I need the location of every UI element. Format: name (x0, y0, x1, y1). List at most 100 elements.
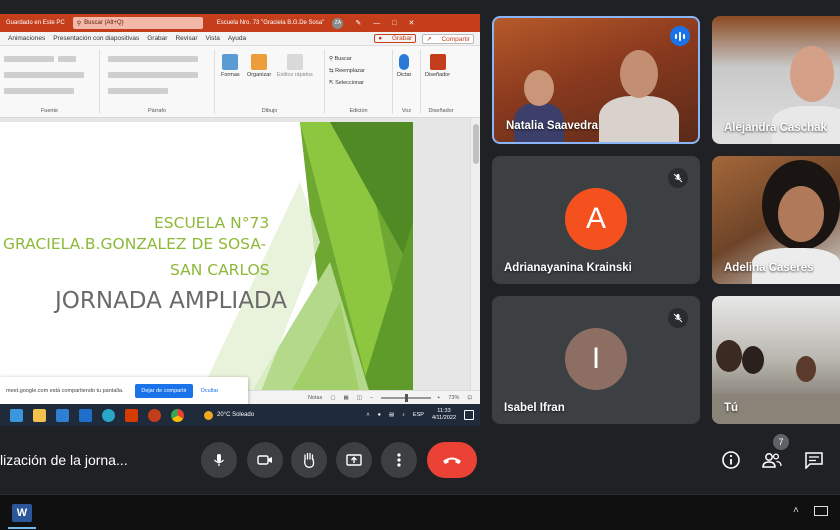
slide-location: SAN CARLOS (170, 261, 270, 279)
tray-up-icon[interactable]: ˄ (366, 412, 369, 418)
participant-tile-adelina[interactable]: Adelina Caseres (712, 156, 840, 284)
hand-icon (304, 452, 315, 468)
quick-styles-icon (286, 54, 303, 70)
chat-button[interactable] (802, 448, 826, 472)
scroll-thumb[interactable] (473, 124, 479, 164)
chrome-icon[interactable] (171, 408, 184, 422)
edge-icon[interactable] (102, 408, 115, 422)
tray-network-icon[interactable]: ▤ (389, 412, 394, 418)
tab-presentacion[interactable]: Presentación con diapositivas (53, 35, 139, 42)
group-label-edicion: Edición (349, 108, 368, 114)
meeting-title[interactable]: lización de la jorna... (0, 452, 128, 468)
tray-volume-icon[interactable]: ♪ (402, 412, 405, 418)
minimize-icon[interactable]: — (373, 20, 380, 27)
participant-tile-isabel[interactable]: I Isabel Ifran (492, 296, 700, 424)
shapes-button[interactable]: Formas (221, 54, 240, 78)
select-button[interactable]: ⇱ Seleccionar (329, 80, 364, 86)
view-reading-icon[interactable]: ◫ (357, 395, 362, 401)
zoom-out-icon[interactable]: − (370, 395, 373, 401)
find-button[interactable]: ⚲ Buscar (329, 56, 352, 62)
slide-school-name: GRACIELA.B.GONZALEZ DE SOSA- (3, 235, 267, 253)
notes-button[interactable]: Notas (308, 395, 322, 401)
sun-icon (204, 410, 213, 420)
microphone-icon (214, 454, 224, 466)
participant-avatar: I (565, 328, 627, 390)
zoom-in-icon[interactable]: + (437, 395, 440, 401)
notification-icon[interactable] (464, 410, 474, 420)
font-size-box[interactable] (58, 56, 76, 62)
quick-styles-button[interactable]: Estilos rápidos (277, 54, 313, 78)
participant-tile-natalia[interactable]: Natalia Saavedra (492, 16, 700, 144)
view-sorter-icon[interactable]: ▦ (344, 395, 349, 401)
maximize-icon[interactable]: □ (392, 20, 396, 27)
designer-button[interactable]: Diseñador (425, 54, 450, 78)
microphone-button[interactable] (201, 442, 237, 478)
user-avatar[interactable]: ZA (332, 17, 344, 29)
list-controls[interactable] (108, 56, 198, 62)
align-controls[interactable] (108, 72, 198, 78)
chat-icon (805, 452, 823, 469)
stop-sharing-button[interactable]: Dejar de compartir (135, 384, 193, 398)
pen-icon[interactable]: ✎ (355, 19, 361, 27)
ribbon-tabs: Animaciones Presentación con diapositiva… (0, 32, 480, 46)
dictate-button[interactable]: Dictar (397, 54, 411, 78)
tab-grabar[interactable]: Grabar (147, 35, 167, 42)
display-icon[interactable] (814, 506, 828, 516)
zoom-level[interactable]: 73% (448, 395, 459, 401)
end-call-button[interactable] (427, 442, 477, 478)
hide-banner-button[interactable]: Ocultar (201, 388, 219, 394)
clock-time: 11:33 (437, 408, 451, 414)
microphone-icon (399, 54, 410, 70)
meeting-info-button[interactable] (719, 448, 743, 472)
fit-slide-icon[interactable]: ⊡ (467, 395, 472, 401)
font-name-box[interactable] (4, 56, 54, 62)
ribbon-group-voz: Dictar Voz (393, 50, 421, 114)
tab-vista[interactable]: Vista (206, 35, 220, 42)
people-count-badge: 7 (773, 434, 789, 450)
people-button[interactable] (760, 448, 784, 472)
mail-icon[interactable] (79, 408, 92, 422)
arrange-button[interactable]: Organizar (247, 54, 271, 78)
raise-hand-button[interactable] (291, 442, 327, 478)
present-screen-button[interactable] (336, 442, 372, 478)
font-color-row[interactable] (4, 88, 74, 94)
ppt-search-box[interactable]: ⚲ Buscar (Alt+Q) (72, 17, 203, 29)
office-icon[interactable] (125, 408, 138, 422)
tab-revisar[interactable]: Revisar (175, 35, 197, 42)
tray-language[interactable]: ESP (413, 412, 424, 418)
share-button[interactable]: ↗ Compartir (422, 33, 474, 44)
record-button[interactable]: ● Grabar (374, 34, 417, 43)
chevron-up-icon[interactable]: ˄ (793, 505, 799, 516)
slide-scrollbar[interactable] (470, 118, 480, 390)
word-icon[interactable]: W (12, 504, 32, 522)
tab-animaciones[interactable]: Animaciones (8, 35, 45, 42)
slide[interactable]: ESCUELA N°73 GRACIELA.B.GONZALEZ DE SOSA… (0, 122, 413, 394)
close-icon[interactable]: ✕ (408, 19, 414, 27)
screen-share-banner: meet.google.com está compartiendo tu pan… (0, 377, 248, 405)
powerpoint-icon[interactable] (148, 408, 161, 422)
weather-widget[interactable]: 20°C Soleado (204, 410, 254, 420)
search-icon: ⚲ (76, 20, 82, 27)
zoom-slider[interactable] (381, 393, 432, 402)
tray-mic-icon[interactable]: ● (378, 412, 381, 418)
participant-tile-self[interactable]: Tú (712, 296, 840, 424)
file-explorer-icon[interactable] (33, 408, 46, 422)
view-normal-icon[interactable]: ▢ (330, 395, 335, 401)
replace-button[interactable]: ⇆ Reemplazar (329, 68, 365, 74)
taskbar-clock[interactable]: 11:33 4/11/2022 (432, 408, 456, 422)
quick-styles-label: Estilos rápidos (277, 72, 313, 78)
spacing-controls[interactable] (108, 88, 168, 94)
participant-avatar: A (565, 188, 627, 250)
hang-up-icon (443, 457, 461, 464)
video-person-1 (716, 340, 742, 372)
mic-off-icon (668, 308, 688, 328)
shared-windows-taskbar: 20°C Soleado ˄ ● ▤ ♪ ESP 11:33 4/11/2022 (0, 404, 480, 426)
participant-tile-adriana[interactable]: A Adrianayanina Krainski (492, 156, 700, 284)
windows-start-icon[interactable] (10, 408, 23, 422)
camera-button[interactable] (247, 442, 283, 478)
more-options-button[interactable] (381, 442, 417, 478)
participant-tile-alejandra[interactable]: Alejandra Caschak (712, 16, 840, 144)
store-icon[interactable] (56, 408, 69, 422)
font-format-row[interactable] (4, 72, 84, 78)
tab-ayuda[interactable]: Ayuda (228, 35, 246, 42)
